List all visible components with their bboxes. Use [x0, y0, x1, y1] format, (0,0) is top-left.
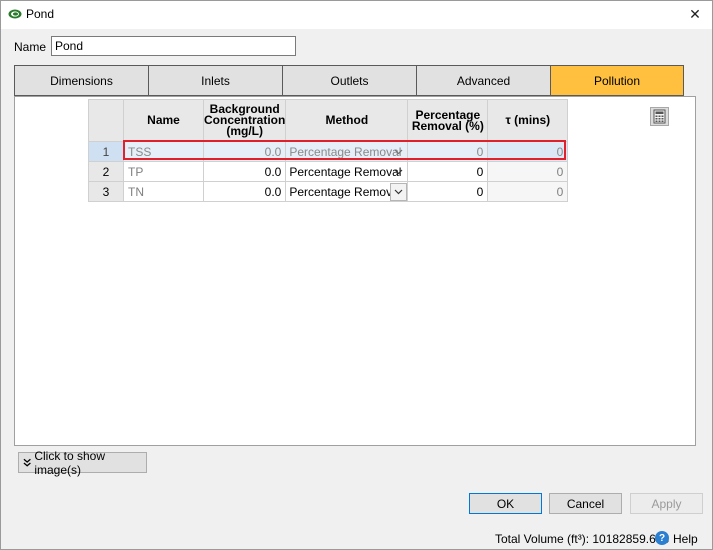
show-images-button[interactable]: Click to show image(s) — [18, 449, 147, 477]
name-input[interactable] — [51, 36, 296, 56]
close-icon: ✕ — [689, 6, 701, 22]
help-link[interactable]: Help — [673, 532, 698, 546]
row-number[interactable]: 2 — [88, 161, 124, 182]
row-number[interactable]: 1 — [88, 141, 124, 162]
header-tau[interactable]: τ (mins) — [487, 99, 569, 142]
method-cell[interactable]: Percentage Removal — [285, 181, 409, 202]
pond-dialog: Pond ✕ Name Dimensions Inlets Outlets Ad… — [0, 0, 713, 550]
double-chevron-down-icon — [23, 458, 31, 467]
chevron-down-icon — [394, 189, 403, 195]
background-concentration-cell[interactable]: 0.0 — [202, 161, 287, 182]
apply-button[interactable]: Apply — [630, 493, 703, 514]
table-row[interactable]: 1 TSS 0.0 Percentage Removal 0 0 — [88, 141, 569, 162]
tau-cell: 0 — [487, 161, 569, 182]
tab-inlets[interactable]: Inlets — [148, 65, 282, 96]
title-bar: Pond ✕ — [1, 1, 712, 29]
cancel-button[interactable]: Cancel — [549, 493, 622, 514]
header-method[interactable]: Method — [285, 99, 409, 142]
method-dropdown[interactable] — [390, 183, 408, 201]
method-dropdown[interactable] — [390, 163, 407, 181]
percentage-removal-cell[interactable]: 0 — [407, 181, 489, 202]
header-removal-line2: Removal (%) — [411, 118, 484, 133]
header-name[interactable]: Name — [123, 99, 204, 142]
tau-cell: 0 — [487, 141, 569, 162]
percentage-removal-cell[interactable]: 0 — [407, 161, 489, 182]
pond-icon — [8, 9, 22, 19]
chevron-down-icon — [394, 149, 403, 155]
pollutant-name-cell: TP — [123, 161, 204, 182]
name-label: Name — [14, 40, 47, 54]
pollution-grid: Name Background Concentration (mg/L) Met… — [88, 99, 569, 202]
method-cell[interactable]: Percentage Removal — [285, 141, 409, 162]
chevron-down-icon — [394, 169, 403, 175]
corner-header — [88, 99, 124, 142]
window-title: Pond — [26, 7, 55, 21]
total-volume-status: Total Volume (ft³): 10182859.633 — [495, 532, 670, 546]
header-background-concentration[interactable]: Background Concentration (mg/L) — [202, 99, 287, 142]
tau-cell: 0 — [487, 181, 569, 202]
method-value: Percentage Removal — [289, 145, 402, 159]
row-number[interactable]: 3 — [88, 181, 124, 202]
show-images-label: Click to show image(s) — [34, 448, 106, 477]
close-button[interactable]: ✕ — [678, 1, 712, 28]
help-icon[interactable]: ? — [655, 531, 669, 545]
method-dropdown[interactable] — [390, 143, 407, 161]
tab-strip: Dimensions Inlets Outlets Advanced Pollu… — [14, 65, 684, 96]
pollution-panel: Name Background Concentration (mg/L) Met… — [14, 96, 696, 446]
pollutant-name-cell: TN — [123, 181, 204, 202]
tab-outlets[interactable]: Outlets — [282, 65, 416, 96]
tab-pollution[interactable]: Pollution — [550, 65, 684, 96]
table-row[interactable]: 3 TN 0.0 Percentage Removal 0 0 — [88, 181, 569, 202]
ok-button[interactable]: OK — [469, 493, 542, 514]
header-percentage-removal[interactable]: Percentage Removal (%) — [407, 99, 489, 142]
method-value: Percentage Removal — [289, 185, 402, 199]
tab-advanced[interactable]: Advanced — [416, 65, 550, 96]
background-concentration-cell[interactable]: 0.0 — [202, 141, 287, 162]
method-value: Percentage Removal — [289, 165, 402, 179]
grid-header-row: Name Background Concentration (mg/L) Met… — [88, 99, 569, 142]
table-row[interactable]: 2 TP 0.0 Percentage Removal 0 0 — [88, 161, 569, 182]
method-cell[interactable]: Percentage Removal — [285, 161, 409, 182]
percentage-removal-cell[interactable]: 0 — [407, 141, 489, 162]
header-background-line3: (mg/L) — [226, 124, 263, 138]
pollutant-name-cell: TSS — [123, 141, 204, 162]
background-concentration-cell[interactable]: 0.0 — [202, 181, 287, 202]
calculator-icon[interactable] — [650, 107, 669, 126]
tab-dimensions[interactable]: Dimensions — [14, 65, 148, 96]
